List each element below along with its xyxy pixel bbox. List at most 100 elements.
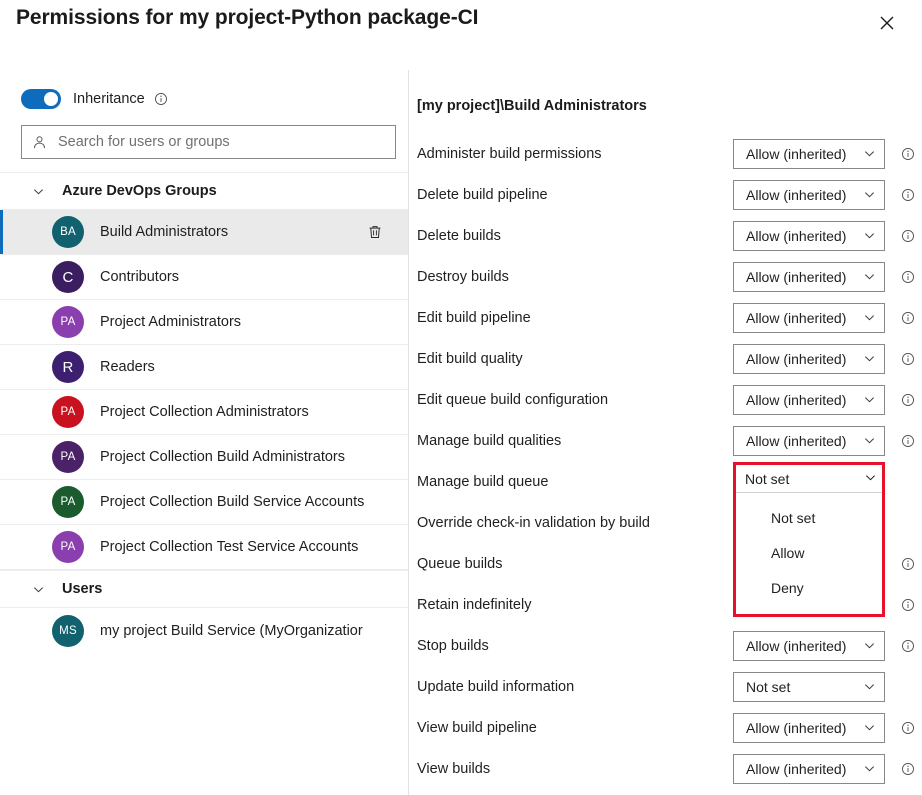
permission-select[interactable]: Allow (inherited) (733, 179, 885, 210)
list-item-label: Project Collection Test Service Accounts (100, 539, 359, 555)
list-item[interactable]: PA Project Collection Test Service Accou… (0, 525, 408, 570)
avatar: C (52, 261, 84, 293)
person-icon (32, 135, 47, 150)
permission-label: Manage build qualities (417, 432, 562, 449)
info-icon[interactable] (900, 761, 916, 777)
inheritance-toggle[interactable] (21, 89, 61, 109)
section-header-azure-devops-groups[interactable]: Azure DevOps Groups (0, 172, 408, 210)
permission-label: View build pipeline (417, 719, 537, 736)
avatar: R (52, 351, 84, 383)
permission-select[interactable]: Allow (inherited) (733, 630, 885, 661)
list-item[interactable]: PA Project Collection Build Administrato… (0, 435, 408, 480)
permission-select[interactable]: Not set (733, 671, 885, 702)
list-item-label: Readers (100, 359, 155, 375)
dropdown-option-allow[interactable]: Allow (736, 535, 882, 570)
info-icon[interactable] (900, 146, 916, 162)
chevron-down-icon (865, 470, 876, 488)
permission-dropdown-open: Not set Not set Allow Deny (733, 462, 885, 617)
permission-label: Edit build pipeline (417, 309, 531, 326)
permission-label: Delete builds (417, 227, 501, 244)
list-item[interactable]: PA Project Collection Build Service Acco… (0, 480, 408, 525)
permission-select[interactable]: Allow (inherited) (733, 302, 885, 333)
permission-label: Edit queue build configuration (417, 391, 609, 408)
toggle-knob (44, 92, 58, 106)
info-icon[interactable] (900, 638, 916, 654)
list-item[interactable]: C Contributors (0, 255, 408, 300)
list-item-label: Build Administrators (100, 224, 229, 240)
chevron-down-icon (864, 353, 875, 364)
permission-value: Allow (inherited) (746, 268, 847, 285)
close-icon[interactable] (873, 9, 901, 37)
permission-select[interactable]: Allow (inherited) (733, 343, 885, 374)
trash-icon[interactable] (364, 221, 386, 243)
permissions-panel: [my project]\Build Administrators Admini… (409, 78, 922, 795)
dropdown-selected-value: Not set (745, 470, 790, 487)
avatar: PA (52, 441, 84, 473)
permission-label: Destroy builds (417, 268, 509, 285)
permission-label: Stop builds (417, 637, 489, 654)
permission-select[interactable]: Allow (inherited) (733, 261, 885, 292)
search-input[interactable] (58, 134, 385, 150)
avatar: MS (52, 614, 84, 647)
table-row: Edit build pipeline Allow (inherited) (409, 297, 922, 338)
permission-value: Allow (inherited) (746, 760, 847, 777)
list-item[interactable]: PA Project Collection Administrators (0, 390, 408, 435)
permission-label: Edit build quality (417, 350, 523, 367)
permission-label: Delete build pipeline (417, 186, 548, 203)
chevron-down-icon (864, 312, 875, 323)
section-title: Users (62, 581, 103, 597)
table-row: Update build information Not set (409, 666, 922, 707)
permission-select[interactable]: Allow (inherited) (733, 753, 885, 784)
info-icon[interactable] (900, 269, 916, 285)
inheritance-row: Inheritance (21, 88, 408, 110)
info-icon[interactable] (900, 228, 916, 244)
info-icon[interactable] (900, 433, 916, 449)
chevron-down-icon (864, 230, 875, 241)
list-item-label: my project Build Service (MyOrganizatior (100, 622, 363, 639)
avatar: PA (52, 486, 84, 518)
table-row: Stop builds Allow (inherited) (409, 625, 922, 666)
info-icon[interactable] (900, 187, 916, 203)
dropdown-option-not-set[interactable]: Not set (736, 500, 882, 535)
section-header-users[interactable]: Users (0, 570, 408, 608)
permission-select[interactable]: Allow (inherited) (733, 384, 885, 415)
list-item-label: Project Collection Build Administrators (100, 449, 345, 465)
list-item-label: Project Collection Administrators (100, 404, 309, 420)
group-list: Azure DevOps Groups BA Build Administrat… (0, 172, 408, 653)
list-item[interactable]: MS my project Build Service (MyOrganizat… (0, 608, 408, 653)
search-box[interactable] (21, 125, 396, 159)
chevron-down-icon (864, 189, 875, 200)
permission-select[interactable]: Allow (inherited) (733, 712, 885, 743)
info-icon[interactable] (900, 556, 916, 572)
list-item[interactable]: BA Build Administrators (0, 210, 408, 255)
table-row: Delete builds Allow (inherited) (409, 215, 922, 256)
dropdown-option-deny[interactable]: Deny (736, 570, 882, 605)
permission-value: Not set (746, 678, 791, 695)
permission-value: Allow (inherited) (746, 309, 847, 326)
dropdown-toggle[interactable]: Not set (736, 465, 882, 493)
permission-label: Override check-in validation by build (417, 514, 650, 531)
section-title: Azure DevOps Groups (62, 183, 217, 199)
permission-value: Allow (inherited) (746, 350, 847, 367)
info-icon[interactable] (900, 351, 916, 367)
info-icon[interactable] (154, 92, 168, 106)
avatar: BA (52, 216, 84, 248)
list-item[interactable]: R Readers (0, 345, 408, 390)
chevron-down-icon (30, 186, 46, 197)
info-icon[interactable] (900, 720, 916, 736)
permission-value: Allow (inherited) (746, 227, 847, 244)
permission-select[interactable]: Allow (inherited) (733, 425, 885, 456)
list-item-label: Contributors (100, 269, 179, 285)
list-item-label: Project Collection Build Service Account… (100, 494, 365, 510)
info-icon[interactable] (900, 310, 916, 326)
list-item-label: Project Administrators (100, 314, 242, 330)
identities-panel: Inheritance Azure DevOps Gro (0, 78, 408, 795)
list-item[interactable]: PA Project Administrators (0, 300, 408, 345)
info-icon[interactable] (900, 392, 916, 408)
permission-select[interactable]: Allow (inherited) (733, 220, 885, 251)
info-icon[interactable] (900, 597, 916, 613)
page-title: Permissions for my project-Python packag… (16, 6, 479, 29)
permission-value: Allow (inherited) (746, 719, 847, 736)
permission-select[interactable]: Allow (inherited) (733, 138, 885, 169)
permission-value: Allow (inherited) (746, 186, 847, 203)
